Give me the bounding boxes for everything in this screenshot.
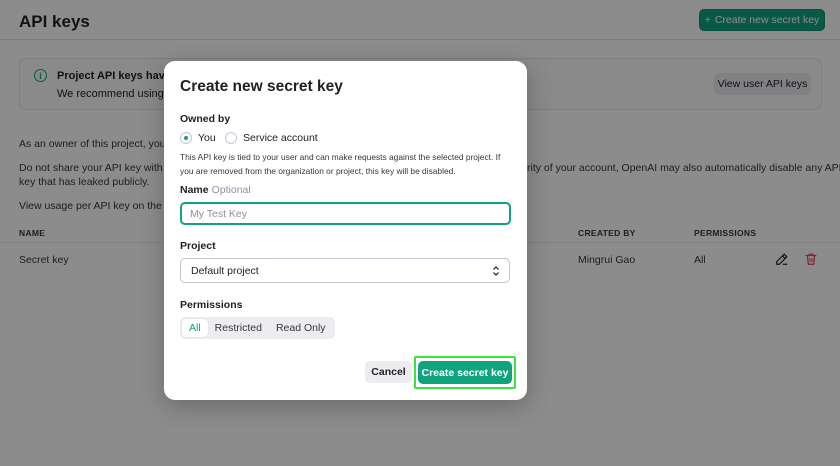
radio-unselected-indicator[interactable]: [225, 132, 237, 144]
owner-radio-you[interactable]: You: [180, 132, 216, 144]
create-secret-key-button[interactable]: Create secret key: [418, 361, 512, 384]
dialog-title: Create new secret key: [180, 78, 343, 95]
owner-radio-service-account[interactable]: Service account: [225, 132, 318, 144]
project-label: Project: [180, 240, 216, 252]
name-label: Name Optional: [180, 184, 251, 196]
cancel-button[interactable]: Cancel: [365, 361, 412, 383]
permissions-label: Permissions: [180, 299, 243, 311]
chevron-updown-icon: [493, 266, 499, 276]
permission-option-restricted[interactable]: Restricted: [208, 319, 269, 337]
owner-radio-service-account-label: Service account: [243, 132, 318, 144]
name-optional-hint: Optional: [211, 184, 251, 196]
permissions-segmented-control: All Restricted Read Only: [180, 317, 335, 339]
name-label-text: Name: [180, 184, 209, 196]
project-select[interactable]: Default project: [180, 258, 510, 283]
permission-option-read-only[interactable]: Read Only: [269, 319, 333, 337]
create-secret-key-dialog: Create new secret key Owned by You Servi…: [164, 61, 527, 400]
owner-help-text: This API key is tied to your user and ca…: [180, 152, 501, 176]
permission-option-all[interactable]: All: [182, 319, 208, 337]
owner-radio-you-label: You: [198, 132, 216, 144]
key-name-input[interactable]: [180, 202, 511, 225]
owned-by-label: Owned by: [180, 113, 231, 125]
radio-selected-indicator[interactable]: [180, 132, 192, 144]
project-select-value: Default project: [191, 264, 259, 277]
